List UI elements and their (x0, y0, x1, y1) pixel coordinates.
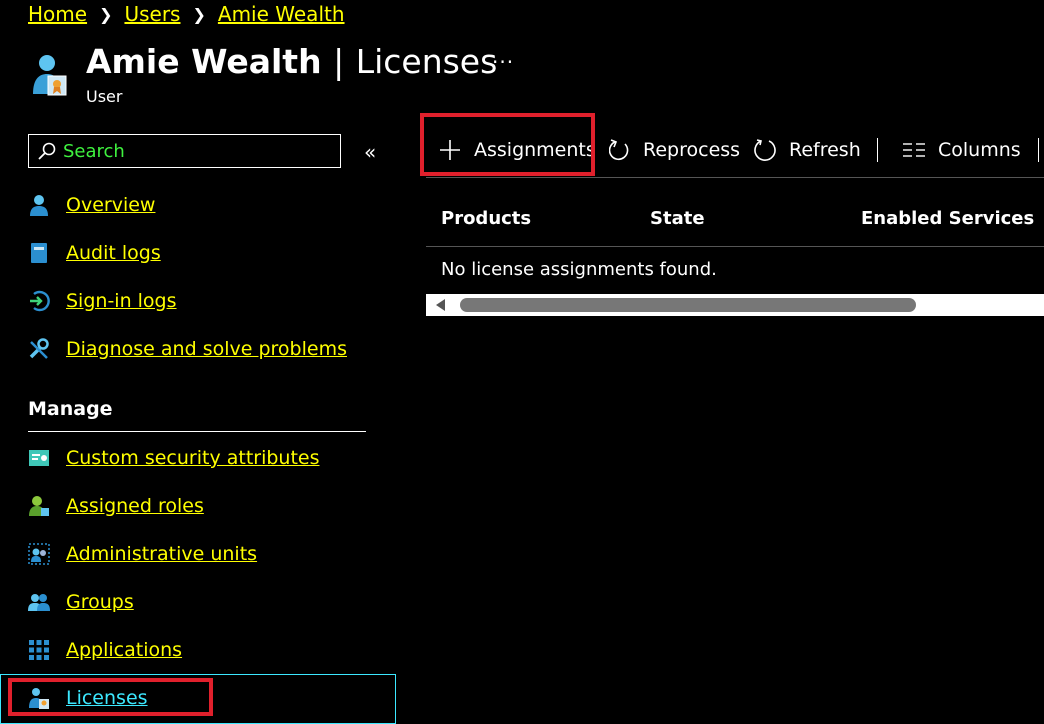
section-header-manage: Manage (28, 398, 113, 420)
sidebar-item-sign-in-logs[interactable]: Sign-in logs (28, 284, 177, 318)
sidebar-item-label: Diagnose and solve problems (66, 338, 347, 360)
assignments-label: Assignments (474, 139, 596, 161)
sidebar-item-label: Custom security attributes (66, 447, 320, 469)
refresh-icon (754, 139, 776, 161)
toolbar-divider (1038, 138, 1039, 162)
sidebar-item-label: Overview (66, 194, 156, 216)
toolbar-bottom-border (426, 177, 1044, 178)
add-assignments-button[interactable]: Assignments (438, 132, 596, 168)
column-header-products[interactable]: Products (441, 208, 531, 229)
section-divider (28, 431, 366, 432)
sidebar-item-label: Sign-in logs (66, 290, 177, 312)
collapse-sidebar-icon[interactable]: « (364, 140, 376, 164)
wrench-icon (28, 338, 50, 360)
groups-icon (28, 591, 50, 613)
user-license-icon (30, 54, 68, 96)
toolbar-divider (877, 138, 878, 162)
apps-grid-icon (28, 639, 50, 661)
reprocess-button[interactable]: Reprocess (609, 132, 740, 168)
sidebar-item-label: Assigned roles (66, 495, 204, 517)
page-title-section: Licenses (355, 42, 498, 81)
breadcrumb-separator-icon: ❯ (99, 4, 113, 24)
sidebar-item-assigned-roles[interactable]: Assigned roles (28, 489, 204, 523)
horizontal-scrollbar[interactable] (426, 294, 1044, 316)
breadcrumb-users-link[interactable]: Users (124, 2, 180, 26)
sidebar-item-applications[interactable]: Applications (28, 633, 182, 667)
scroll-left-arrow-icon[interactable] (436, 299, 445, 311)
refresh-button[interactable]: Refresh (753, 132, 861, 168)
sign-in-icon (28, 290, 50, 312)
breadcrumb-separator-icon: ❯ (192, 4, 206, 24)
table-header-border (426, 246, 1044, 247)
attributes-icon (28, 447, 50, 469)
search-input[interactable] (63, 140, 323, 162)
user-icon (28, 194, 50, 216)
book-icon (28, 242, 50, 264)
sidebar-item-audit-logs[interactable]: Audit logs (28, 236, 161, 270)
sidebar-item-diagnose[interactable]: Diagnose and solve problems (28, 332, 347, 366)
scrollbar-thumb[interactable] (460, 298, 916, 312)
sidebar-item-groups[interactable]: Groups (28, 585, 134, 619)
more-options-icon[interactable]: ··· (492, 50, 514, 74)
reprocess-icon (609, 139, 629, 161)
column-header-enabled-services[interactable]: Enabled Services (861, 208, 1034, 229)
page-title: Amie Wealth | Licenses (86, 42, 497, 81)
refresh-label: Refresh (789, 139, 861, 161)
page-title-separator: | (333, 42, 345, 81)
page-title-name: Amie Wealth (86, 42, 322, 81)
columns-icon (903, 143, 925, 157)
sidebar-item-overview[interactable]: Overview (28, 188, 155, 222)
roles-icon (28, 495, 50, 517)
sidebar-item-label: Licenses (66, 687, 148, 709)
breadcrumb-user-link[interactable]: Amie Wealth (218, 2, 345, 26)
sidebar-item-label: Audit logs (66, 242, 161, 264)
empty-state-message: No license assignments found. (441, 259, 717, 280)
columns-label: Columns (938, 139, 1021, 161)
license-icon (28, 687, 50, 709)
plus-icon (440, 140, 460, 160)
sidebar-item-administrative-units[interactable]: Administrative units (28, 537, 257, 571)
sidebar-item-label: Groups (66, 591, 134, 613)
sidebar-item-label: Administrative units (66, 543, 258, 565)
search-icon (38, 142, 56, 160)
column-header-state[interactable]: State (650, 208, 705, 229)
sidebar-item-custom-security-attributes[interactable]: Custom security attributes (28, 441, 320, 475)
breadcrumb: Home ❯ Users ❯ Amie Wealth (28, 0, 345, 28)
page-subtitle: User (86, 87, 123, 106)
sidebar-item-licenses[interactable]: Licenses (28, 681, 148, 715)
search-box[interactable] (28, 134, 341, 168)
sidebar-item-label: Applications (66, 639, 183, 661)
reprocess-label: Reprocess (643, 139, 741, 161)
breadcrumb-home-link[interactable]: Home (28, 2, 87, 26)
admin-units-icon (28, 543, 50, 565)
columns-button[interactable]: Columns (902, 132, 1021, 168)
